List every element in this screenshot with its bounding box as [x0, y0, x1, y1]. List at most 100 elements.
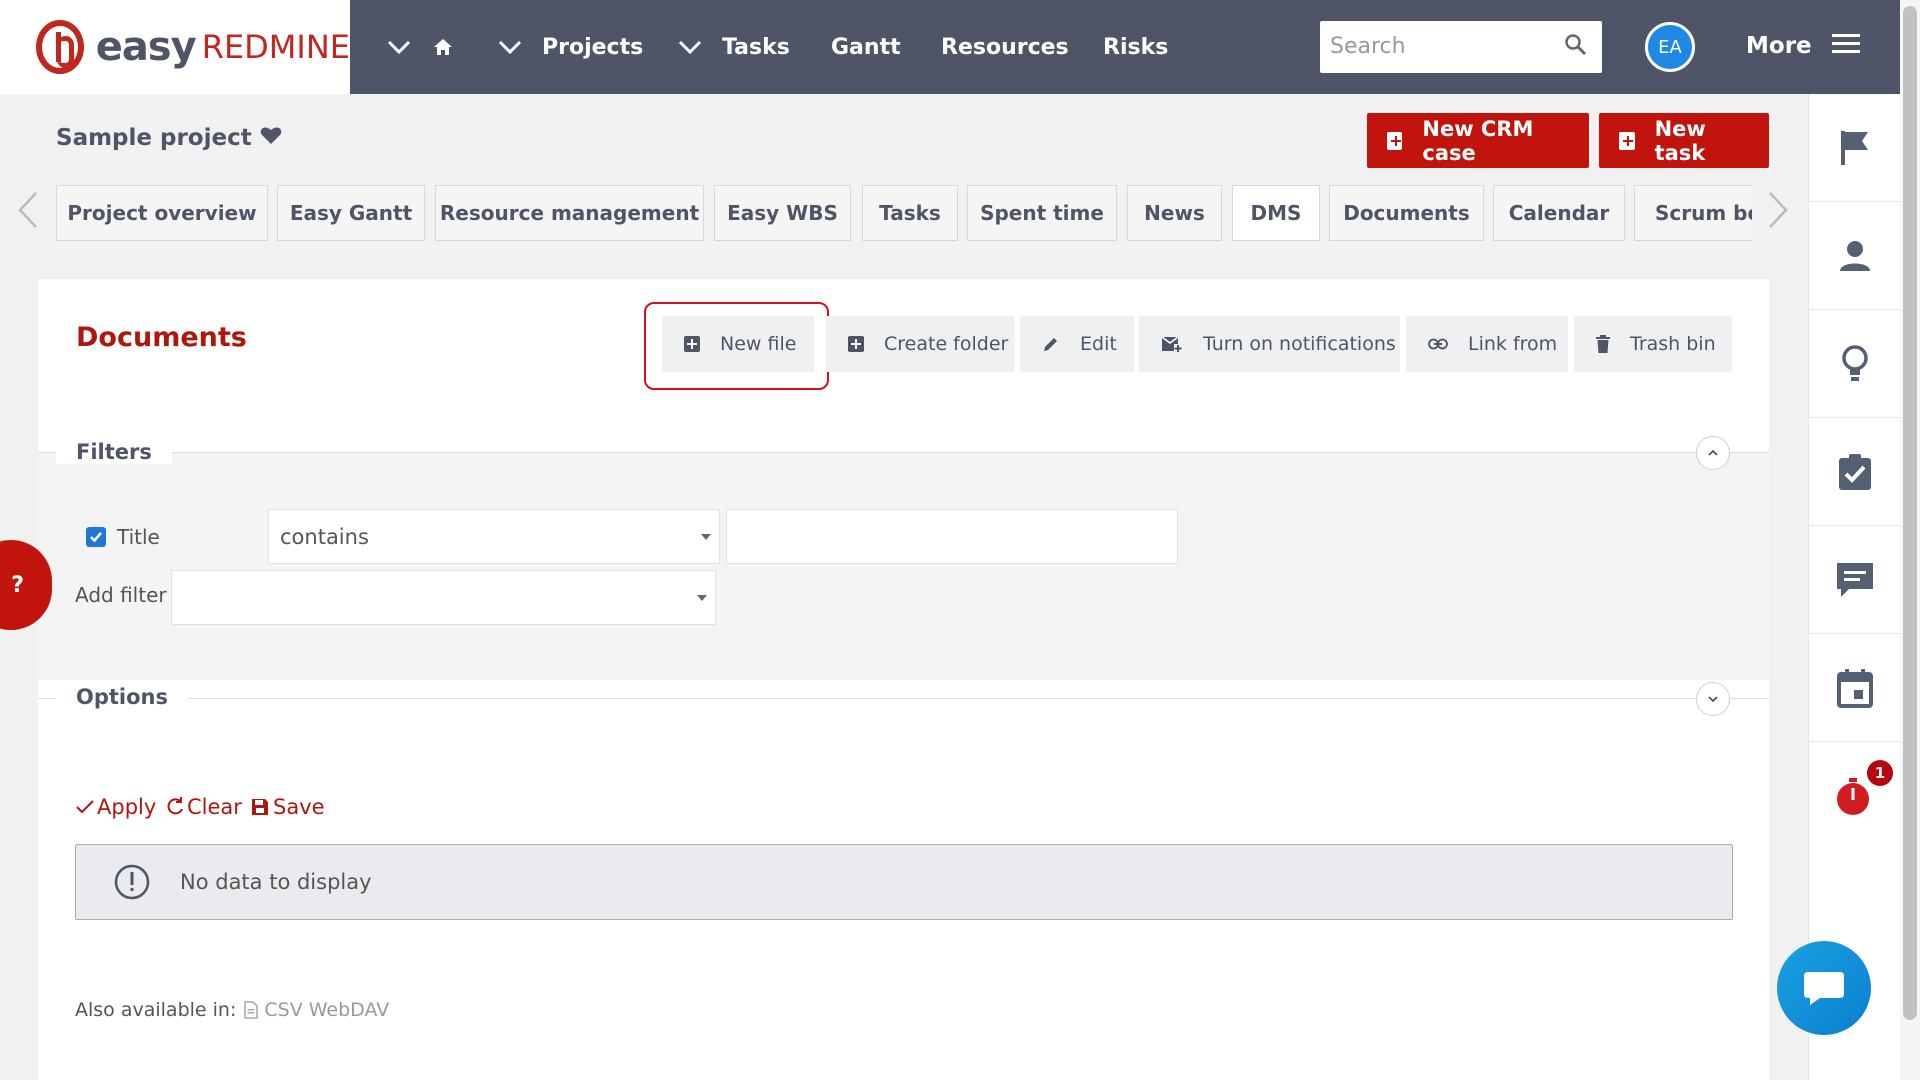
logo-mark-icon: [36, 20, 84, 74]
tab-scrum-board[interactable]: Scrum boa: [1634, 185, 1752, 241]
tab-resource-management[interactable]: Resource management: [435, 185, 704, 241]
chat-button[interactable]: [1777, 941, 1871, 1035]
mail-icon: [1161, 335, 1183, 353]
edit-label: Edit: [1080, 333, 1117, 355]
title-filter-checkbox[interactable]: [86, 527, 106, 547]
top-bar: easy REDMINE Projects Tasks Gantt Resour…: [0, 0, 1920, 94]
filters-divider: [38, 452, 1769, 453]
filters-collapse-button[interactable]: [1696, 436, 1730, 470]
sidebar-ideas[interactable]: [1809, 310, 1901, 418]
new-crm-case-label: New CRM case: [1422, 116, 1534, 165]
clear-button[interactable]: Clear: [165, 795, 242, 819]
checklist-icon: [1839, 453, 1871, 490]
avatar[interactable]: EA: [1645, 22, 1695, 72]
tab-news[interactable]: News: [1127, 185, 1222, 241]
sidebar-flag[interactable]: [1809, 94, 1901, 202]
title-operator-value: contains: [280, 524, 369, 549]
nav-projects[interactable]: Projects: [542, 0, 643, 94]
caret-down-icon: [697, 594, 707, 601]
title-operator-select[interactable]: contains: [268, 509, 720, 564]
comment-icon: [1837, 562, 1873, 597]
no-data-alert: No data to display: [75, 844, 1733, 920]
title-value-input[interactable]: [726, 509, 1178, 564]
also-available-label: Also available in:: [75, 999, 237, 1021]
add-filter-select[interactable]: [171, 570, 716, 625]
save-button[interactable]: Save: [251, 795, 325, 819]
notifications-label: Turn on notifications: [1203, 333, 1396, 355]
nav-tasks[interactable]: Tasks: [722, 0, 790, 94]
tab-calendar[interactable]: Calendar: [1493, 185, 1625, 241]
tab-easy-gantt[interactable]: Easy Gantt: [277, 185, 425, 241]
sidebar-user[interactable]: [1809, 202, 1901, 310]
search-box: [1320, 21, 1602, 73]
sidebar-calendar[interactable]: [1809, 634, 1901, 742]
documents-title: Documents: [76, 322, 247, 353]
filters-section: [38, 452, 1769, 680]
nav-resources[interactable]: Resources: [941, 0, 1069, 94]
more-menu[interactable]: More: [1746, 33, 1812, 59]
export-formats: Also available in: CSV WebDAV: [75, 999, 389, 1021]
tabs-scroll-left-icon[interactable]: [16, 190, 40, 230]
home-icon: [434, 39, 452, 55]
sidebar-comments[interactable]: [1809, 526, 1901, 634]
alert-icon: [114, 864, 150, 900]
nav-projects-toggle[interactable]: [497, 0, 523, 94]
new-crm-case-button[interactable]: New CRM case: [1367, 113, 1589, 168]
project-title-text: Sample project: [56, 125, 252, 151]
save-label: Save: [273, 795, 325, 819]
new-task-button[interactable]: New task: [1599, 113, 1769, 168]
calendar-icon: [1837, 668, 1873, 708]
link-icon: [1428, 338, 1448, 350]
search-icon[interactable]: [1564, 33, 1588, 57]
create-folder-button[interactable]: Create folder: [826, 316, 1015, 372]
turn-on-notifications-button[interactable]: Turn on notifications: [1139, 316, 1400, 372]
logo[interactable]: easy REDMINE: [0, 0, 350, 94]
heart-icon[interactable]: [260, 125, 282, 145]
plus-icon: [848, 336, 864, 352]
search-input[interactable]: [1320, 21, 1540, 71]
highlight-annotation: [644, 302, 829, 390]
tab-project-overview[interactable]: Project overview: [56, 185, 268, 241]
options-expand-button[interactable]: [1696, 682, 1730, 716]
no-data-text: No data to display: [180, 870, 372, 894]
tab-documents[interactable]: Documents: [1329, 185, 1484, 241]
nav-tasks-toggle[interactable]: [677, 0, 703, 94]
link-from-button[interactable]: Link from: [1406, 316, 1568, 372]
logo-easy-text: easy: [95, 24, 197, 70]
scrollbar-thumb[interactable]: [1903, 6, 1917, 1020]
nav-menu-toggle[interactable]: [386, 0, 412, 94]
export-formats-link[interactable]: CSV WebDAV: [264, 999, 389, 1021]
edit-button[interactable]: Edit: [1020, 316, 1134, 372]
home-button[interactable]: [432, 0, 454, 94]
right-sidebar: 1: [1808, 94, 1901, 1080]
checkmark-icon: [90, 532, 102, 543]
title-filter-label: Title: [117, 525, 160, 549]
sidebar-checklist[interactable]: [1809, 418, 1901, 526]
apply-label: Apply: [97, 795, 157, 819]
apply-button[interactable]: Apply: [75, 795, 156, 819]
nav-gantt[interactable]: Gantt: [831, 0, 901, 94]
tab-spent-time[interactable]: Spent time: [967, 185, 1117, 241]
refresh-icon: [167, 797, 183, 815]
sidebar-timer[interactable]: 1: [1809, 742, 1901, 850]
new-task-label: New task: [1654, 116, 1706, 165]
trash-icon: [1596, 335, 1610, 353]
trash-bin-button[interactable]: Trash bin: [1574, 316, 1732, 372]
save-icon: [252, 799, 268, 815]
checkmark-icon: [76, 800, 94, 814]
options-title[interactable]: Options: [56, 685, 188, 709]
plus-icon: [1387, 131, 1403, 150]
trash-bin-label: Trash bin: [1630, 333, 1716, 355]
nav-risks[interactable]: Risks: [1103, 0, 1168, 94]
file-icon: [244, 1001, 259, 1019]
hamburger-icon[interactable]: [1832, 34, 1860, 56]
tab-easy-wbs[interactable]: Easy WBS: [714, 185, 851, 241]
tabs-scroll-right-icon[interactable]: [1766, 190, 1790, 230]
tab-dms[interactable]: DMS: [1232, 185, 1320, 241]
flag-icon: [1841, 130, 1868, 165]
clear-label: Clear: [187, 795, 242, 819]
filters-title[interactable]: Filters: [56, 440, 172, 464]
tab-tasks[interactable]: Tasks: [862, 185, 958, 241]
chevron-down-icon: [498, 40, 522, 55]
notification-badge: 1: [1867, 760, 1893, 786]
